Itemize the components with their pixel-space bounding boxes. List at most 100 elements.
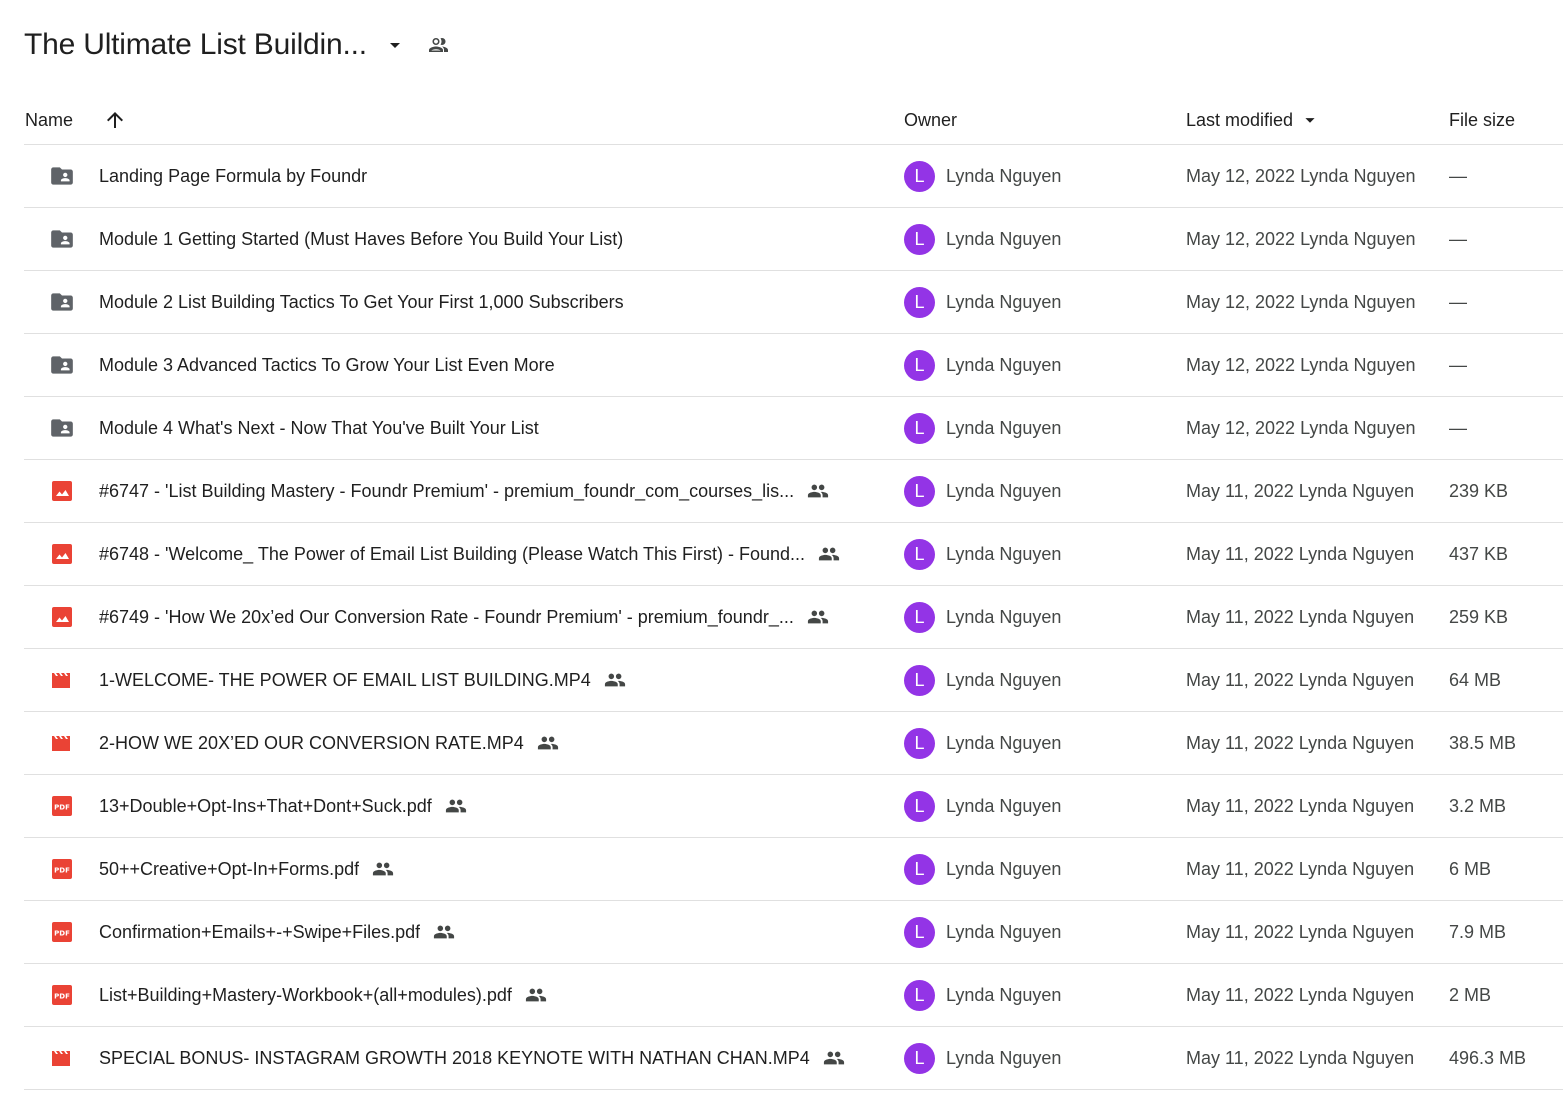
file-name[interactable]: 1-WELCOME- THE POWER OF EMAIL LIST BUILD…	[99, 670, 591, 691]
avatar[interactable]: L	[904, 664, 935, 696]
shared-people-icon	[371, 857, 395, 881]
file-name-cell[interactable]: Module 2 List Building Tactics To Get Yo…	[99, 271, 624, 333]
pdf-file-icon: PDF	[48, 901, 76, 963]
file-size: 239 KB	[1449, 480, 1509, 501]
image-file-icon	[48, 586, 76, 648]
last-modified: May 12, 2022 Lynda Nguyen	[1186, 354, 1416, 375]
file-size: —	[1449, 354, 1467, 375]
file-name-cell[interactable]: Module 1 Getting Started (Must Haves Bef…	[99, 208, 623, 270]
last-modified: May 11, 2022 Lynda Nguyen	[1186, 669, 1415, 690]
owner-name: Lynda Nguyen	[946, 1047, 1062, 1068]
file-name[interactable]: 13+Double+Opt-Ins+That+Dont+Suck.pdf	[99, 796, 432, 817]
file-name-cell[interactable]: 2-HOW WE 20X’ED OUR CONVERSION RATE.MP4	[99, 712, 560, 774]
file-name[interactable]: 50++Creative+Opt-In+Forms.pdf	[99, 859, 359, 880]
shared-people-icon	[806, 479, 830, 503]
file-name-cell[interactable]: #6748 - 'Welcome_ The Power of Email Lis…	[99, 523, 841, 585]
column-last-modified-header[interactable]: Last modified	[1186, 96, 1321, 144]
file-name[interactable]: SPECIAL BONUS- INSTAGRAM GROWTH 2018 KEY…	[99, 1048, 810, 1069]
file-size: —	[1449, 291, 1467, 312]
avatar[interactable]: L	[904, 727, 935, 759]
file-name-cell[interactable]: Module 3 Advanced Tactics To Grow Your L…	[99, 334, 555, 396]
image-file-icon	[48, 460, 76, 522]
file-size: —	[1449, 165, 1467, 186]
last-modified: May 11, 2022 Lynda Nguyen	[1186, 1047, 1415, 1068]
file-name[interactable]: Landing Page Formula by Foundr	[99, 166, 367, 187]
file-row[interactable]: #6749 - 'How We 20x’ed Our Conversion Ra…	[24, 586, 1563, 649]
file-name-cell[interactable]: Landing Page Formula by Foundr	[99, 145, 367, 207]
file-row[interactable]: PDF List+Building+Mastery-Workbook+(all+m…	[24, 964, 1563, 1027]
avatar[interactable]: L	[904, 601, 935, 633]
file-row[interactable]: Module 3 Advanced Tactics To Grow Your L…	[24, 334, 1563, 397]
file-row[interactable]: Module 4 What's Next - Now That You've B…	[24, 397, 1563, 460]
file-name-cell[interactable]: #6747 - 'List Building Mastery - Foundr …	[99, 460, 830, 522]
file-name-cell[interactable]: 50++Creative+Opt-In+Forms.pdf	[99, 838, 395, 900]
file-name[interactable]: #6749 - 'How We 20x’ed Our Conversion Ra…	[99, 607, 794, 628]
file-name-cell[interactable]: SPECIAL BONUS- INSTAGRAM GROWTH 2018 KEY…	[99, 1027, 846, 1089]
pdf-file-icon: PDF	[48, 964, 76, 1026]
file-row[interactable]: PDF Confirmation+Emails+-+Swipe+Files.pdf…	[24, 901, 1563, 964]
avatar[interactable]: L	[904, 412, 935, 444]
file-name[interactable]: #6748 - 'Welcome_ The Power of Email Lis…	[99, 544, 805, 565]
avatar[interactable]: L	[904, 286, 935, 318]
file-name[interactable]: Module 2 List Building Tactics To Get Yo…	[99, 292, 624, 313]
file-name[interactable]: List+Building+Mastery-Workbook+(all+modu…	[99, 985, 512, 1006]
file-row[interactable]: Module 1 Getting Started (Must Haves Bef…	[24, 208, 1563, 271]
file-name-cell[interactable]: #6749 - 'How We 20x’ed Our Conversion Ra…	[99, 586, 830, 648]
file-name[interactable]: Module 4 What's Next - Now That You've B…	[99, 418, 539, 439]
column-file-size-header[interactable]: File size	[1449, 96, 1515, 144]
shared-people-icon	[806, 605, 830, 629]
file-name[interactable]: 2-HOW WE 20X’ED OUR CONVERSION RATE.MP4	[99, 733, 524, 754]
file-row[interactable]: #6747 - 'List Building Mastery - Foundr …	[24, 460, 1563, 523]
avatar[interactable]: L	[904, 1042, 935, 1074]
file-name[interactable]: Confirmation+Emails+-+Swipe+Files.pdf	[99, 922, 420, 943]
owner-cell: L Lynda Nguyen	[904, 460, 1061, 522]
owner-cell: L Lynda Nguyen	[904, 712, 1061, 774]
file-row[interactable]: PDF 50++Creative+Opt-In+Forms.pdf L Lynda N…	[24, 838, 1563, 901]
column-name-header[interactable]: Name	[25, 96, 73, 144]
avatar[interactable]: L	[904, 538, 935, 570]
file-name-cell[interactable]: List+Building+Mastery-Workbook+(all+modu…	[99, 964, 548, 1026]
owner-name: Lynda Nguyen	[946, 480, 1062, 501]
file-row[interactable]: PDF 13+Double+Opt-Ins+That+Dont+Suck.pdf L…	[24, 775, 1563, 838]
shared-folder-icon	[48, 397, 76, 459]
avatar[interactable]: L	[904, 475, 935, 507]
avatar[interactable]: L	[904, 790, 935, 822]
owner-name: Lynda Nguyen	[946, 228, 1062, 249]
file-size: 259 KB	[1449, 606, 1509, 627]
file-name-cell[interactable]: Confirmation+Emails+-+Swipe+Files.pdf	[99, 901, 456, 963]
file-name-cell[interactable]: 13+Double+Opt-Ins+That+Dont+Suck.pdf	[99, 775, 468, 837]
file-row[interactable]: 1-WELCOME- THE POWER OF EMAIL LIST BUILD…	[24, 649, 1563, 712]
avatar[interactable]: L	[904, 979, 935, 1011]
people-outline-icon[interactable]	[427, 33, 451, 57]
video-file-icon	[48, 1027, 76, 1089]
owner-cell: L Lynda Nguyen	[904, 649, 1061, 711]
file-name-cell[interactable]: 1-WELCOME- THE POWER OF EMAIL LIST BUILD…	[99, 649, 627, 711]
avatar[interactable]: L	[904, 223, 935, 255]
file-row[interactable]: SPECIAL BONUS- INSTAGRAM GROWTH 2018 KEY…	[24, 1027, 1563, 1090]
avatar[interactable]: L	[904, 349, 935, 381]
file-name[interactable]: Module 1 Getting Started (Must Haves Bef…	[99, 229, 623, 250]
owner-name: Lynda Nguyen	[946, 858, 1062, 879]
avatar[interactable]: L	[904, 160, 935, 192]
file-name[interactable]: Module 3 Advanced Tactics To Grow Your L…	[99, 355, 555, 376]
file-name-cell[interactable]: Module 4 What's Next - Now That You've B…	[99, 397, 539, 459]
shared-people-icon	[817, 542, 841, 566]
file-name[interactable]: #6747 - 'List Building Mastery - Foundr …	[99, 481, 794, 502]
arrow-drop-down-icon[interactable]	[383, 33, 407, 57]
avatar[interactable]: L	[904, 916, 935, 948]
folder-title[interactable]: The Ultimate List Buildin...	[24, 28, 367, 62]
column-owner-header[interactable]: Owner	[904, 96, 957, 144]
file-row[interactable]: Landing Page Formula by Foundr L Lynda Ngu…	[24, 145, 1563, 208]
shared-people-icon	[524, 983, 548, 1007]
avatar[interactable]: L	[904, 853, 935, 885]
file-row[interactable]: #6748 - 'Welcome_ The Power of Email Lis…	[24, 523, 1563, 586]
owner-name: Lynda Nguyen	[946, 417, 1062, 438]
file-row[interactable]: 2-HOW WE 20X’ED OUR CONVERSION RATE.MP4 L…	[24, 712, 1563, 775]
file-size: 437 KB	[1449, 543, 1509, 564]
owner-name: Lynda Nguyen	[946, 291, 1062, 312]
arrow-upward-icon[interactable]	[103, 108, 127, 132]
owner-cell: L Lynda Nguyen	[904, 145, 1061, 207]
file-size: 64 MB	[1449, 669, 1502, 690]
file-row[interactable]: Module 2 List Building Tactics To Get Yo…	[24, 271, 1563, 334]
owner-name: Lynda Nguyen	[946, 732, 1062, 753]
